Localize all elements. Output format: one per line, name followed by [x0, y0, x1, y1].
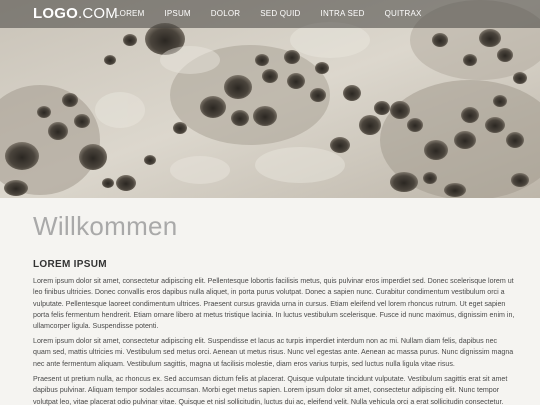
- top-navigation-bar: LOGO.COM LOREM IPSUM DOLOR SED QUID INTR…: [0, 0, 540, 28]
- body-paragraph-2: Lorem ipsum dolor sit amet, consectetur …: [33, 337, 514, 368]
- body-paragraph-3: Praesent ut pretium nulla, ac rhoncus ex…: [33, 375, 508, 406]
- section-heading: LOREM IPSUM: [33, 259, 107, 270]
- page-title: Willkommen: [33, 211, 178, 241]
- menu-item-sed-quid[interactable]: SED QUID: [250, 0, 310, 28]
- menu-item-intra-sed[interactable]: INTRA SED: [311, 0, 375, 28]
- menu-item-quitrax[interactable]: QUITRAX: [375, 0, 432, 28]
- main-menu: LOREM IPSUM DOLOR SED QUID INTRA SED QUI…: [105, 0, 432, 28]
- menu-item-ipsum[interactable]: IPSUM: [154, 0, 200, 28]
- logo-bold-text: LOGO: [33, 5, 78, 22]
- hero-image: [0, 0, 540, 198]
- menu-item-lorem[interactable]: LOREM: [105, 0, 154, 28]
- body-paragraph-1: Lorem ipsum dolor sit amet, consectetur …: [33, 277, 515, 331]
- main-content: Willkommen LOREM IPSUM Lorem ipsum dolor…: [0, 198, 540, 406]
- rock-texture-image: [0, 0, 540, 198]
- menu-item-dolor[interactable]: DOLOR: [201, 0, 250, 28]
